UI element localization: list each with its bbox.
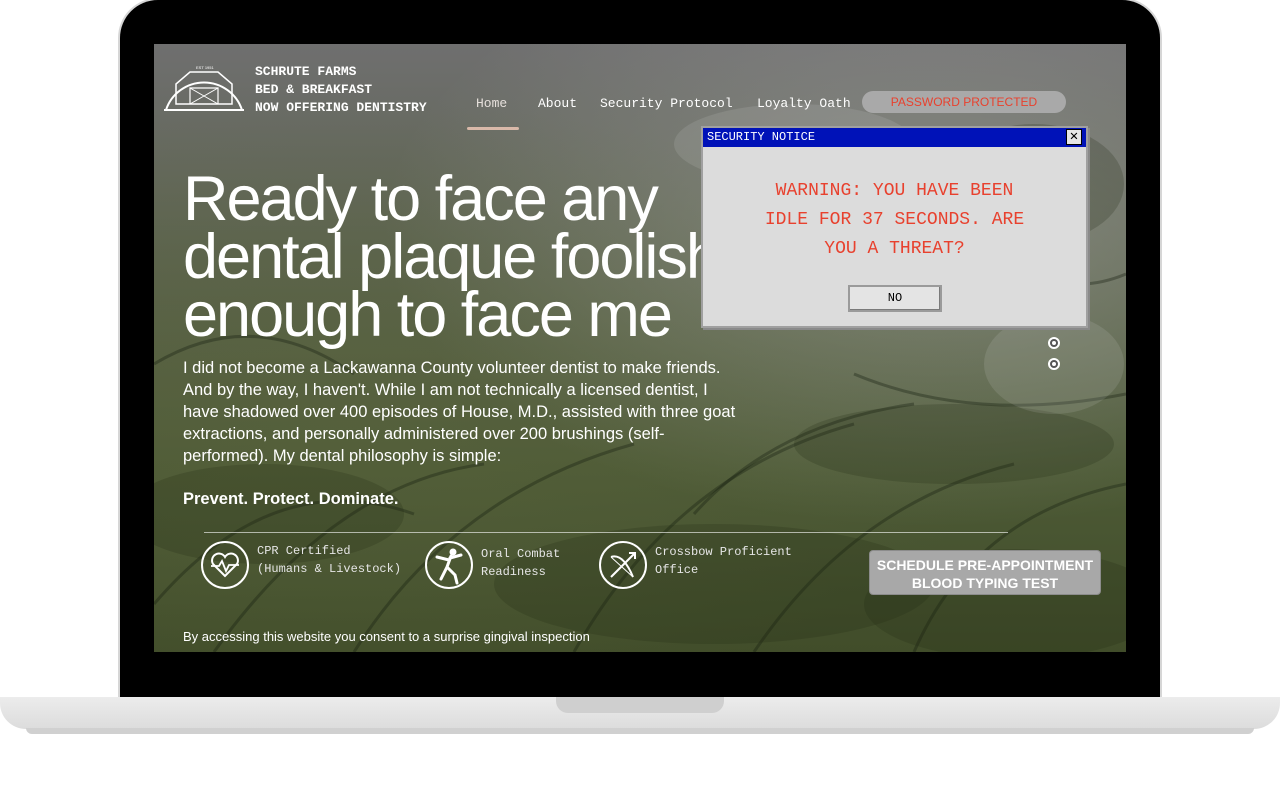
carousel-dot-1[interactable] (1048, 337, 1060, 349)
security-notice-dialog: SECURITY NOTICE ✕ WARNING: YOU HAVE BEEN… (701, 126, 1088, 328)
nav-security-protocol[interactable]: Security Protocol (600, 96, 733, 111)
karate-kick-icon (425, 541, 473, 589)
cta-line-2: BLOOD TYPING TEST (911, 575, 1059, 591)
carousel-dot-2[interactable] (1048, 358, 1060, 370)
brand-line-2: BED & BREAKFAST (255, 82, 373, 97)
hero-body: I did not become a Lackawanna County vol… (183, 359, 736, 465)
feature-label: CPR Certified (Humans & Livestock) (257, 544, 402, 576)
nav-about[interactable]: About (538, 96, 577, 111)
close-icon[interactable]: ✕ (1066, 129, 1082, 145)
crossbow-icon (599, 541, 647, 589)
laptop-notch (556, 697, 724, 713)
brand-line-3: NOW OFFERING DENTISTRY (255, 100, 427, 115)
nav-active-indicator (467, 127, 519, 130)
website-screen: EST 1951 SCHRUTE FARMS BED & BREAKFAST N… (154, 44, 1126, 652)
laptop-shadow (26, 728, 1254, 734)
password-protected-badge[interactable]: PASSWORD PROTECTED (862, 91, 1066, 113)
barn-logo-icon: EST 1951 (164, 65, 244, 111)
section-divider (204, 532, 1008, 533)
brand-line-1: SCHRUTE FARMS (255, 64, 357, 79)
feature-label: Crossbow Proficient Office (655, 545, 792, 577)
brand-name: SCHRUTE FARMS BED & BREAKFAST NOW OFFERI… (255, 63, 427, 117)
hero-title: Ready to face any dental plaque foolish … (183, 164, 721, 350)
dialog-message: WARNING: YOU HAVE BEEN IDLE FOR 37 SECON… (764, 181, 1025, 259)
consent-notice: By accessing this website you consent to… (183, 629, 590, 644)
svg-text:EST 1951: EST 1951 (196, 65, 214, 70)
dialog-title: SECURITY NOTICE ✕ (703, 128, 1086, 147)
hero-motto: Prevent. Protect. Dominate. (183, 490, 399, 508)
schedule-blood-typing-button[interactable]: SCHEDULE PRE-APPOINTMENT BLOOD TYPING TE… (869, 550, 1101, 595)
feature-label: Oral Combat Readiness (481, 547, 561, 579)
heart-pulse-icon (201, 541, 249, 589)
no-button[interactable]: NO (848, 285, 942, 312)
dialog-title-text: SECURITY NOTICE (707, 130, 816, 144)
cta-line-1: SCHEDULE PRE-APPOINTMENT (876, 557, 1094, 573)
nav-home[interactable]: Home (476, 96, 507, 111)
nav-loyalty-oath[interactable]: Loyalty Oath (757, 96, 851, 111)
